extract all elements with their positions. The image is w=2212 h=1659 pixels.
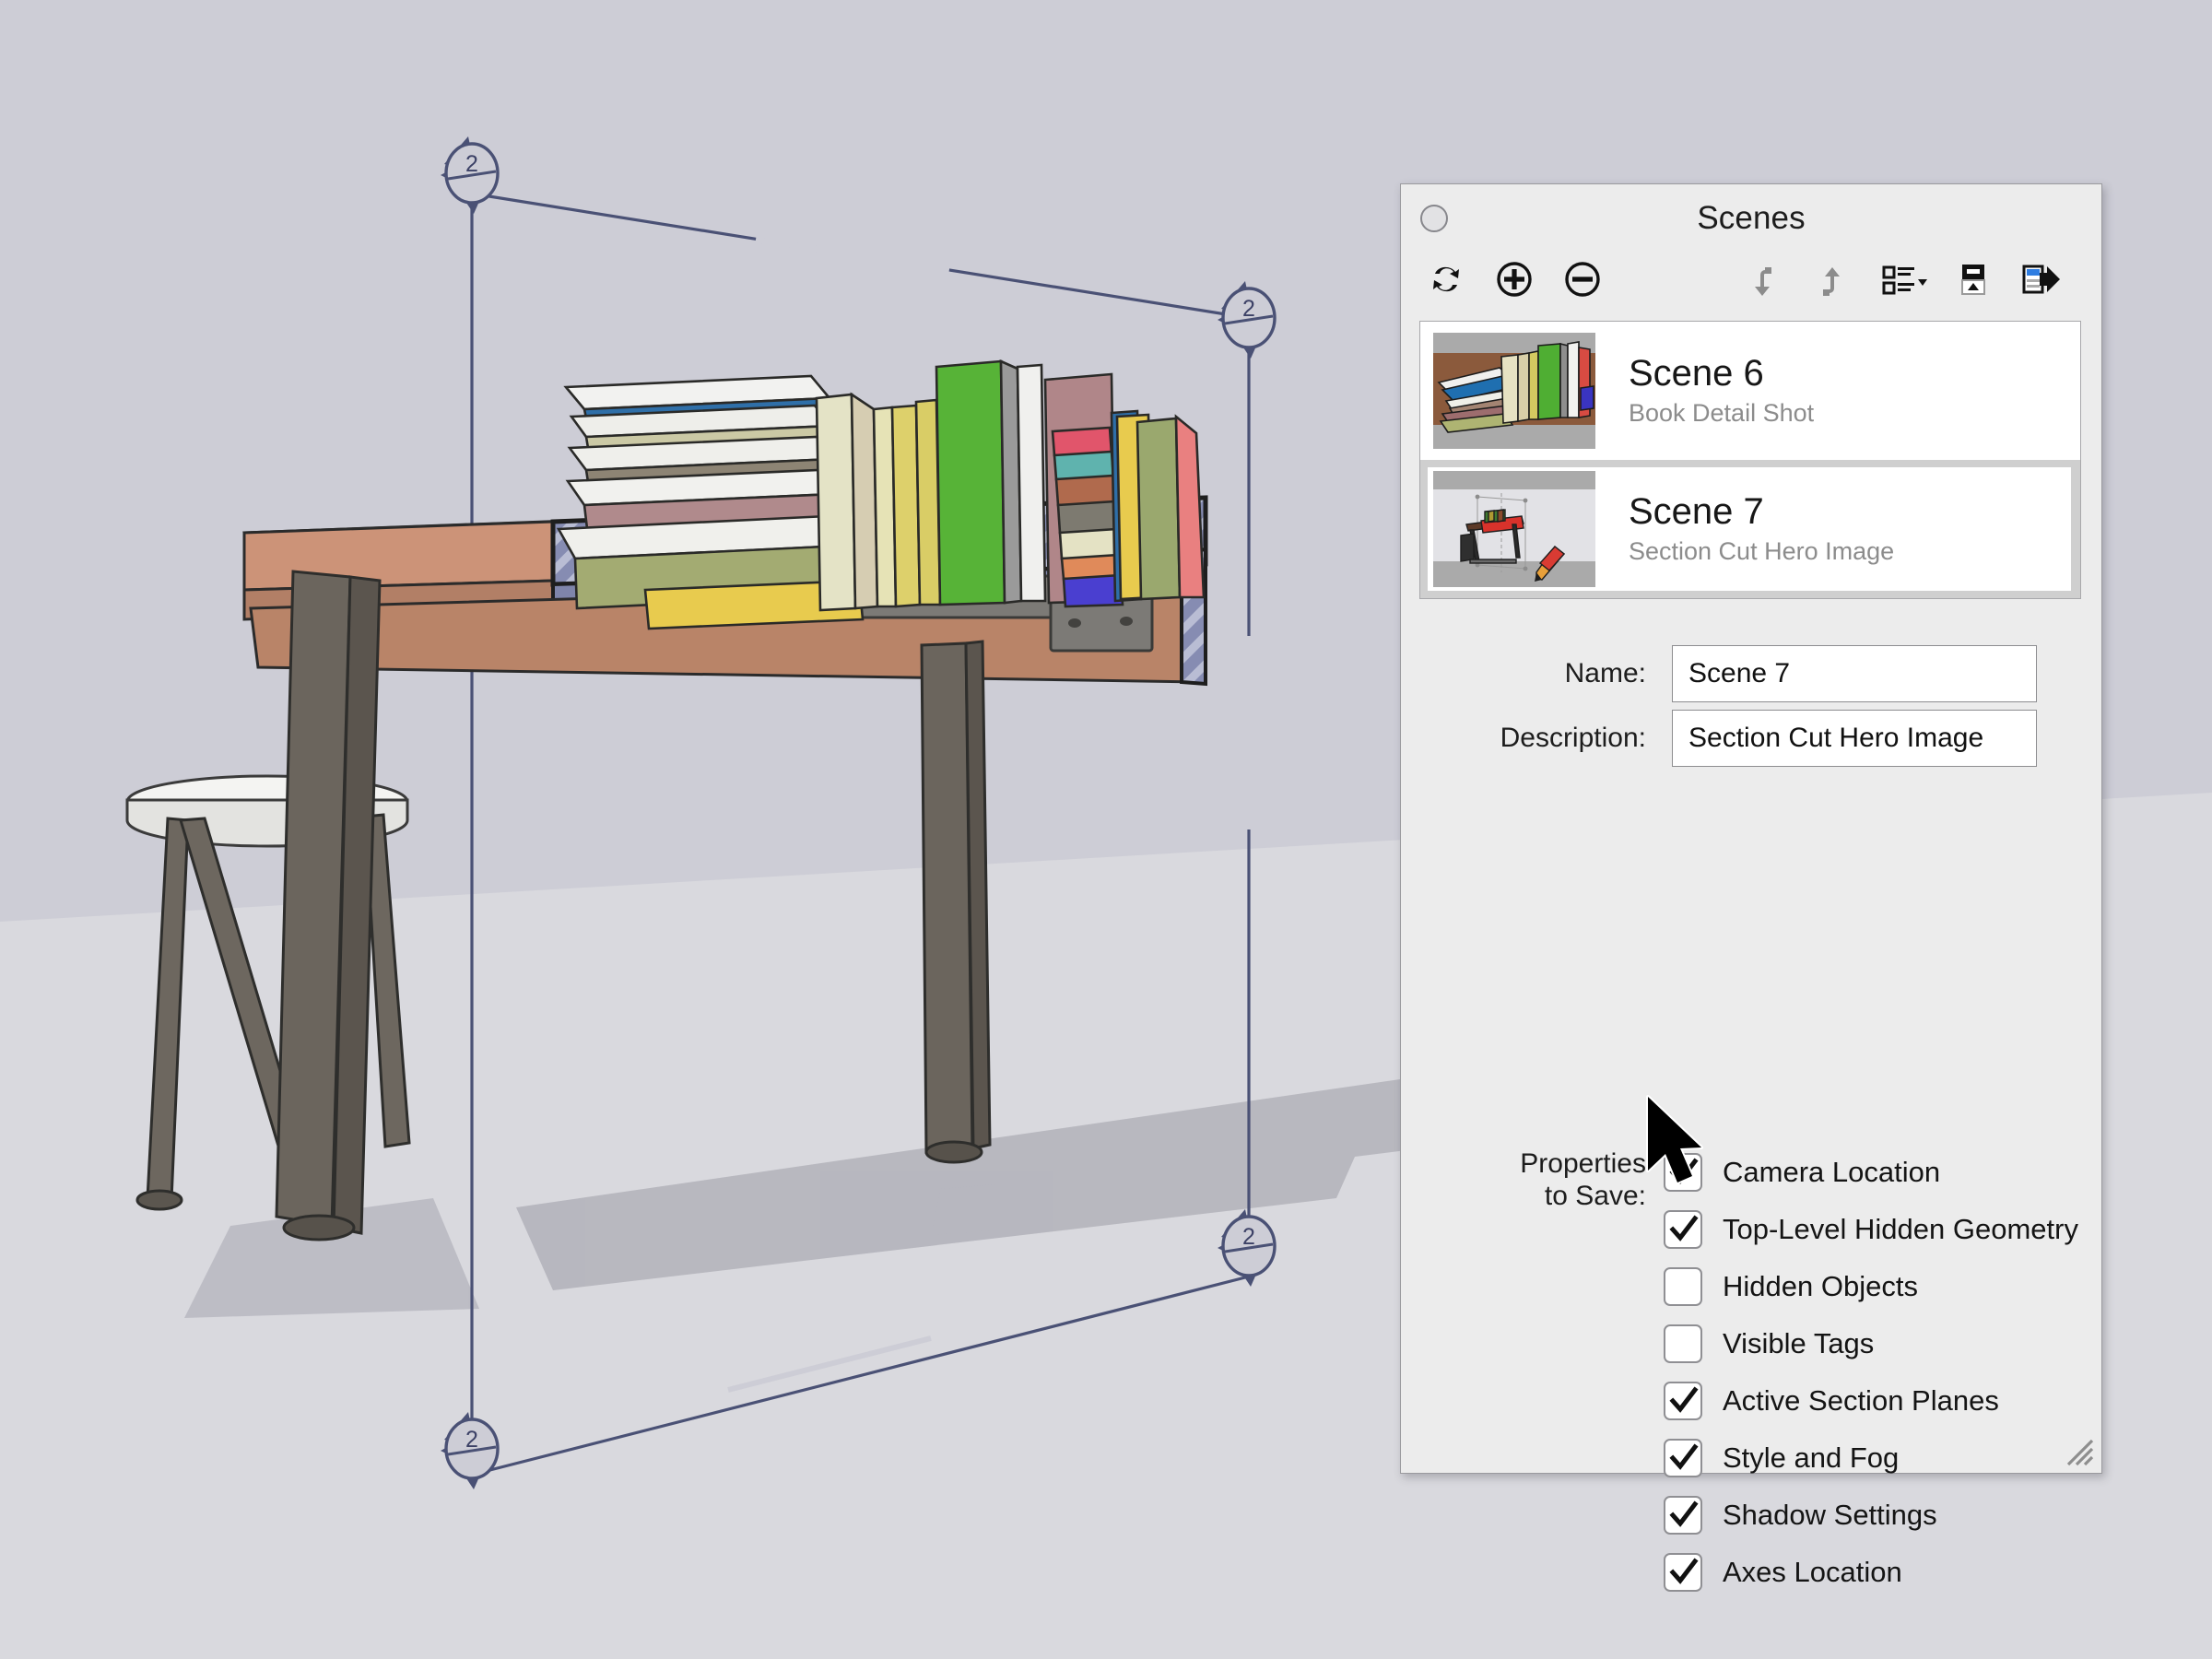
checkbox-label: Shadow Settings — [1723, 1499, 1937, 1532]
checkbox-box[interactable] — [1664, 1439, 1702, 1477]
checkbox-label: Camera Location — [1723, 1156, 1940, 1189]
checkbox-label: Visible Tags — [1723, 1327, 1874, 1360]
name-row: Name: Scene 7 — [1401, 645, 2101, 702]
svg-text:2: 2 — [1242, 296, 1255, 322]
checkbox-box[interactable] — [1664, 1382, 1702, 1420]
scene-name: Scene 6 — [1629, 354, 1814, 393]
panel-titlebar[interactable]: Scenes — [1401, 184, 2101, 251]
scene-name: Scene 7 — [1629, 492, 1894, 531]
arrow-up-icon[interactable] — [1803, 251, 1860, 308]
plus-circle-icon[interactable] — [1486, 251, 1543, 308]
show-details-icon[interactable] — [1945, 251, 2002, 308]
check-icon — [1668, 1500, 1700, 1531]
scene-description: Book Detail Shot — [1629, 399, 1814, 428]
properties-label: Properties to Save: — [1429, 1147, 1646, 1213]
scene-list-item[interactable]: Scene 7 Section Cut Hero Image — [1420, 460, 2080, 598]
book-stack — [559, 361, 1204, 629]
description-input[interactable]: Section Cut Hero Image — [1672, 710, 2037, 767]
checkbox-camera-location[interactable]: Camera Location — [1664, 1144, 2078, 1201]
scene-list-item[interactable]: Scene 6 Book Detail Shot — [1420, 322, 2080, 460]
checkbox-label: Active Section Planes — [1723, 1384, 1999, 1418]
checkbox-box[interactable] — [1664, 1267, 1702, 1306]
check-icon — [1668, 1557, 1700, 1588]
check-icon — [1668, 1442, 1700, 1474]
mouse-pointer — [1644, 1095, 1718, 1201]
checkbox-active-section-planes[interactable]: Active Section Planes — [1664, 1372, 2078, 1430]
description-label: Description: — [1429, 723, 1646, 754]
checkbox-box[interactable] — [1664, 1210, 1702, 1249]
check-icon — [1668, 1385, 1700, 1417]
resize-grip[interactable] — [2063, 1435, 2094, 1466]
svg-text:2: 2 — [1242, 1224, 1255, 1250]
svg-text:2: 2 — [465, 151, 478, 177]
checkbox-style-and-fog[interactable]: Style and Fog — [1664, 1430, 2078, 1487]
scene-thumbnail — [1433, 333, 1595, 449]
check-icon — [1668, 1214, 1700, 1245]
checkbox-label: Hidden Objects — [1723, 1270, 1918, 1303]
checkbox-label: Axes Location — [1723, 1556, 1902, 1589]
checkbox-label: Top-Level Hidden Geometry — [1723, 1213, 2078, 1246]
properties-checkbox-list: Camera Location Top-Level Hidden Geometr… — [1664, 1144, 2078, 1601]
checkbox-axes-location[interactable]: Axes Location — [1664, 1544, 2078, 1601]
refresh-icon[interactable] — [1418, 251, 1475, 308]
svg-text:2: 2 — [465, 1427, 478, 1453]
scene-description: Section Cut Hero Image — [1629, 537, 1894, 566]
checkbox-box[interactable] — [1664, 1496, 1702, 1535]
name-label: Name: — [1429, 658, 1646, 689]
export-icon[interactable] — [2013, 251, 2070, 308]
scenes-panel[interactable]: Scenes — [1400, 183, 2102, 1474]
panel-title: Scenes — [1401, 200, 2101, 237]
checkbox-visible-tags[interactable]: Visible Tags — [1664, 1315, 2078, 1372]
checkbox-box[interactable] — [1664, 1553, 1702, 1592]
minus-circle-icon[interactable] — [1554, 251, 1611, 308]
checkbox-label: Style and Fog — [1723, 1441, 1899, 1475]
checkbox-hidden-objects[interactable]: Hidden Objects — [1664, 1258, 2078, 1315]
description-row: Description: Section Cut Hero Image — [1401, 710, 2101, 767]
scenes-toolbar — [1401, 251, 2101, 323]
list-view-icon[interactable] — [1877, 251, 1934, 308]
scene-list[interactable]: Scene 6 Book Detail Shot — [1419, 321, 2081, 599]
name-input[interactable]: Scene 7 — [1672, 645, 2037, 702]
arrow-down-icon[interactable] — [1735, 251, 1792, 308]
checkbox-shadow-settings[interactable]: Shadow Settings — [1664, 1487, 2078, 1544]
checkbox-top-level-hidden-geometry[interactable]: Top-Level Hidden Geometry — [1664, 1201, 2078, 1258]
scene-thumbnail — [1433, 471, 1595, 587]
checkbox-box[interactable] — [1664, 1324, 1702, 1363]
